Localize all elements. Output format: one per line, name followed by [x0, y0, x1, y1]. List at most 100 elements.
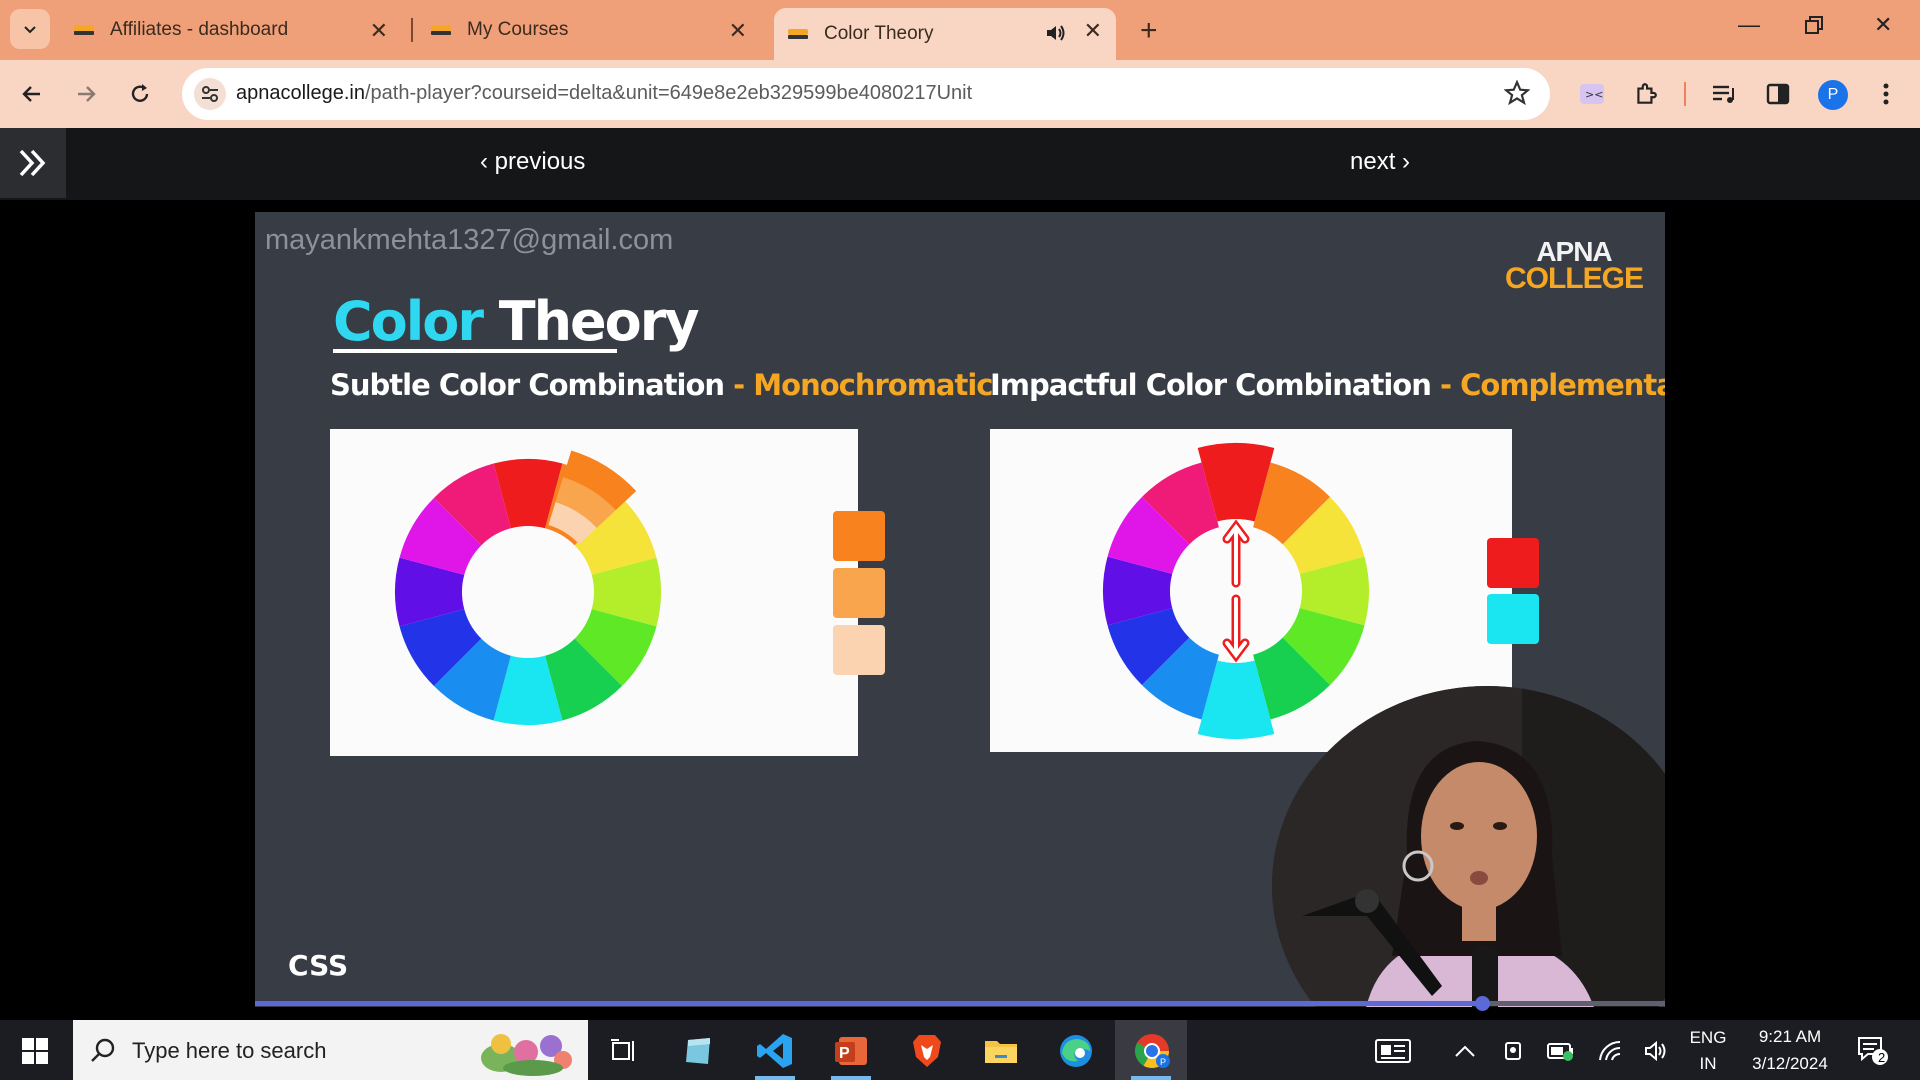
powerpoint-icon[interactable]: P — [830, 1030, 872, 1072]
tab-title: My Courses — [467, 19, 569, 40]
progress-fill — [255, 1001, 1482, 1006]
reload-icon — [131, 84, 149, 102]
clock-date: 3/12/2024 — [1752, 1054, 1828, 1073]
color-swatch — [1487, 594, 1539, 644]
more-menu-icon[interactable] — [1870, 78, 1902, 110]
reload-button[interactable] — [124, 78, 156, 110]
color-wheel-monochromatic — [395, 450, 661, 725]
language-indicator[interactable]: ENG IN — [1683, 1028, 1733, 1074]
left-heading-sep: - — [724, 368, 754, 402]
search-placeholder: Type here to search — [132, 1038, 327, 1063]
tab-separator — [411, 18, 413, 42]
meet-now-icon[interactable] — [1492, 1030, 1534, 1072]
close-icon[interactable]: ✕ — [370, 18, 388, 44]
browser-toolbar: apnacollege.in/path-player?courseid=delt… — [0, 60, 1920, 128]
complement-arrow — [1225, 597, 1247, 659]
color-wheel-complementary — [1103, 443, 1369, 739]
arrow-right-icon — [78, 86, 96, 102]
wifi-icon[interactable] — [1590, 1030, 1632, 1072]
speaker-icon[interactable] — [1044, 22, 1066, 50]
chrome-running-indicator — [1131, 1076, 1171, 1080]
windows-start-icon[interactable] — [22, 1038, 48, 1069]
restore-button[interactable] — [1805, 14, 1823, 40]
minimize-button[interactable]: — — [1738, 12, 1760, 38]
restore-icon — [1805, 16, 1823, 34]
chevron-left-icon: ‹ — [480, 148, 495, 175]
new-tab-button[interactable]: + — [1140, 14, 1158, 48]
clock[interactable]: 9:21 AM 3/12/2024 — [1740, 1027, 1840, 1074]
notification-center-icon[interactable]: 2 — [1852, 1030, 1894, 1072]
address-bar[interactable]: apnacollege.in/path-player?courseid=delt… — [182, 68, 1550, 120]
right-heading-main: Impactful Color Combination — [990, 368, 1432, 402]
brave-browser-icon[interactable] — [906, 1030, 948, 1072]
svg-text:P: P — [839, 1045, 850, 1062]
url-text[interactable]: apnacollege.in/path-player?courseid=delt… — [236, 82, 972, 105]
color-swatch — [833, 625, 885, 675]
media-controls-icon[interactable] — [1708, 78, 1740, 110]
tab-title: Color Theory — [824, 23, 934, 44]
next-label: next — [1350, 148, 1396, 175]
chevron-right-icon: › — [1395, 148, 1411, 175]
color-swatch — [833, 568, 885, 618]
close-icon[interactable]: ✕ — [729, 18, 747, 44]
language-line2: IN — [1699, 1054, 1717, 1073]
close-window-button[interactable]: ✕ — [1874, 12, 1892, 38]
task-view-icon[interactable] — [602, 1030, 644, 1072]
sidebar-toggle-button[interactable] — [0, 128, 66, 198]
side-panel-icon[interactable] — [1762, 78, 1794, 110]
progress-scrubber[interactable] — [1474, 996, 1490, 1011]
arrow-left-icon — [22, 86, 40, 102]
course-nav-bar — [0, 128, 1920, 200]
volume-icon[interactable] — [1636, 1030, 1678, 1072]
title-underline — [333, 349, 617, 353]
slide-title-color: Color — [333, 290, 484, 353]
profile-avatar[interactable]: P — [1818, 80, 1848, 110]
vscode-icon[interactable] — [754, 1030, 796, 1072]
flowers-decoration-icon — [481, 1034, 572, 1076]
chrome-browser-icon[interactable]: P — [1131, 1030, 1173, 1072]
left-heading-main: Subtle Color Combination — [330, 368, 725, 402]
monochromatic-card — [330, 429, 858, 756]
right-heading: Impactful Color Combination - Complement… — [990, 368, 1665, 402]
email-watermark: mayankmehta1327@gmail.com — [265, 224, 674, 256]
complement-arrow — [1225, 523, 1247, 585]
slide-title: Color Theory — [333, 290, 700, 353]
notes-app-icon[interactable] — [678, 1030, 720, 1072]
vscode-running-indicator — [755, 1076, 795, 1080]
tab-color-theory[interactable]: Color Theory ✕ — [774, 8, 1116, 60]
tab-my-courses[interactable]: My Courses ✕ — [417, 8, 761, 52]
site-settings-icon[interactable] — [194, 78, 226, 110]
extension-icon[interactable]: >< — [1576, 78, 1608, 110]
bookmark-star-icon[interactable] — [1503, 79, 1531, 111]
tab-search-button[interactable] — [10, 9, 50, 49]
chevron-up-icon[interactable] — [1444, 1030, 1486, 1072]
logo-line1: APNA — [1536, 236, 1612, 267]
battery-icon[interactable] — [1540, 1030, 1582, 1072]
previous-link[interactable]: ‹ previous — [480, 148, 585, 176]
edge-browser-icon[interactable] — [1055, 1030, 1097, 1072]
left-heading-accent: Monochromatic — [753, 368, 993, 402]
tab-title: Affiliates - dashboard — [110, 19, 289, 40]
color-swatch — [1487, 538, 1539, 588]
puzzle-extensions-icon[interactable] — [1630, 78, 1662, 110]
forward-button[interactable] — [70, 78, 102, 110]
svg-text:><: >< — [1585, 88, 1603, 101]
right-heading-sep: - — [1430, 368, 1461, 402]
apna-college-favicon — [431, 20, 451, 40]
url-path: /path-player?courseid=delta&unit=649e8e2… — [365, 82, 973, 104]
tab-affiliates[interactable]: Affiliates - dashboard ✕ — [60, 8, 402, 52]
svg-text:P: P — [1160, 1057, 1166, 1067]
file-explorer-icon[interactable] — [980, 1030, 1022, 1072]
video-progress-bar[interactable] — [255, 996, 1665, 1011]
taskbar-search-box[interactable]: Type here to search — [73, 1020, 588, 1080]
clock-time: 9:21 AM — [1758, 1027, 1822, 1046]
apna-college-favicon — [788, 24, 808, 44]
video-player[interactable]: mayankmehta1327@gmail.com APNA COLLEGE C… — [255, 212, 1665, 1007]
next-link[interactable]: next › — [1350, 148, 1410, 176]
language-line1: ENG — [1689, 1028, 1727, 1047]
close-icon[interactable]: ✕ — [1084, 18, 1102, 44]
back-button[interactable] — [16, 78, 48, 110]
course-label: CSS — [288, 949, 349, 982]
apna-college-favicon — [74, 20, 94, 40]
news-widget-icon[interactable] — [1372, 1030, 1414, 1072]
